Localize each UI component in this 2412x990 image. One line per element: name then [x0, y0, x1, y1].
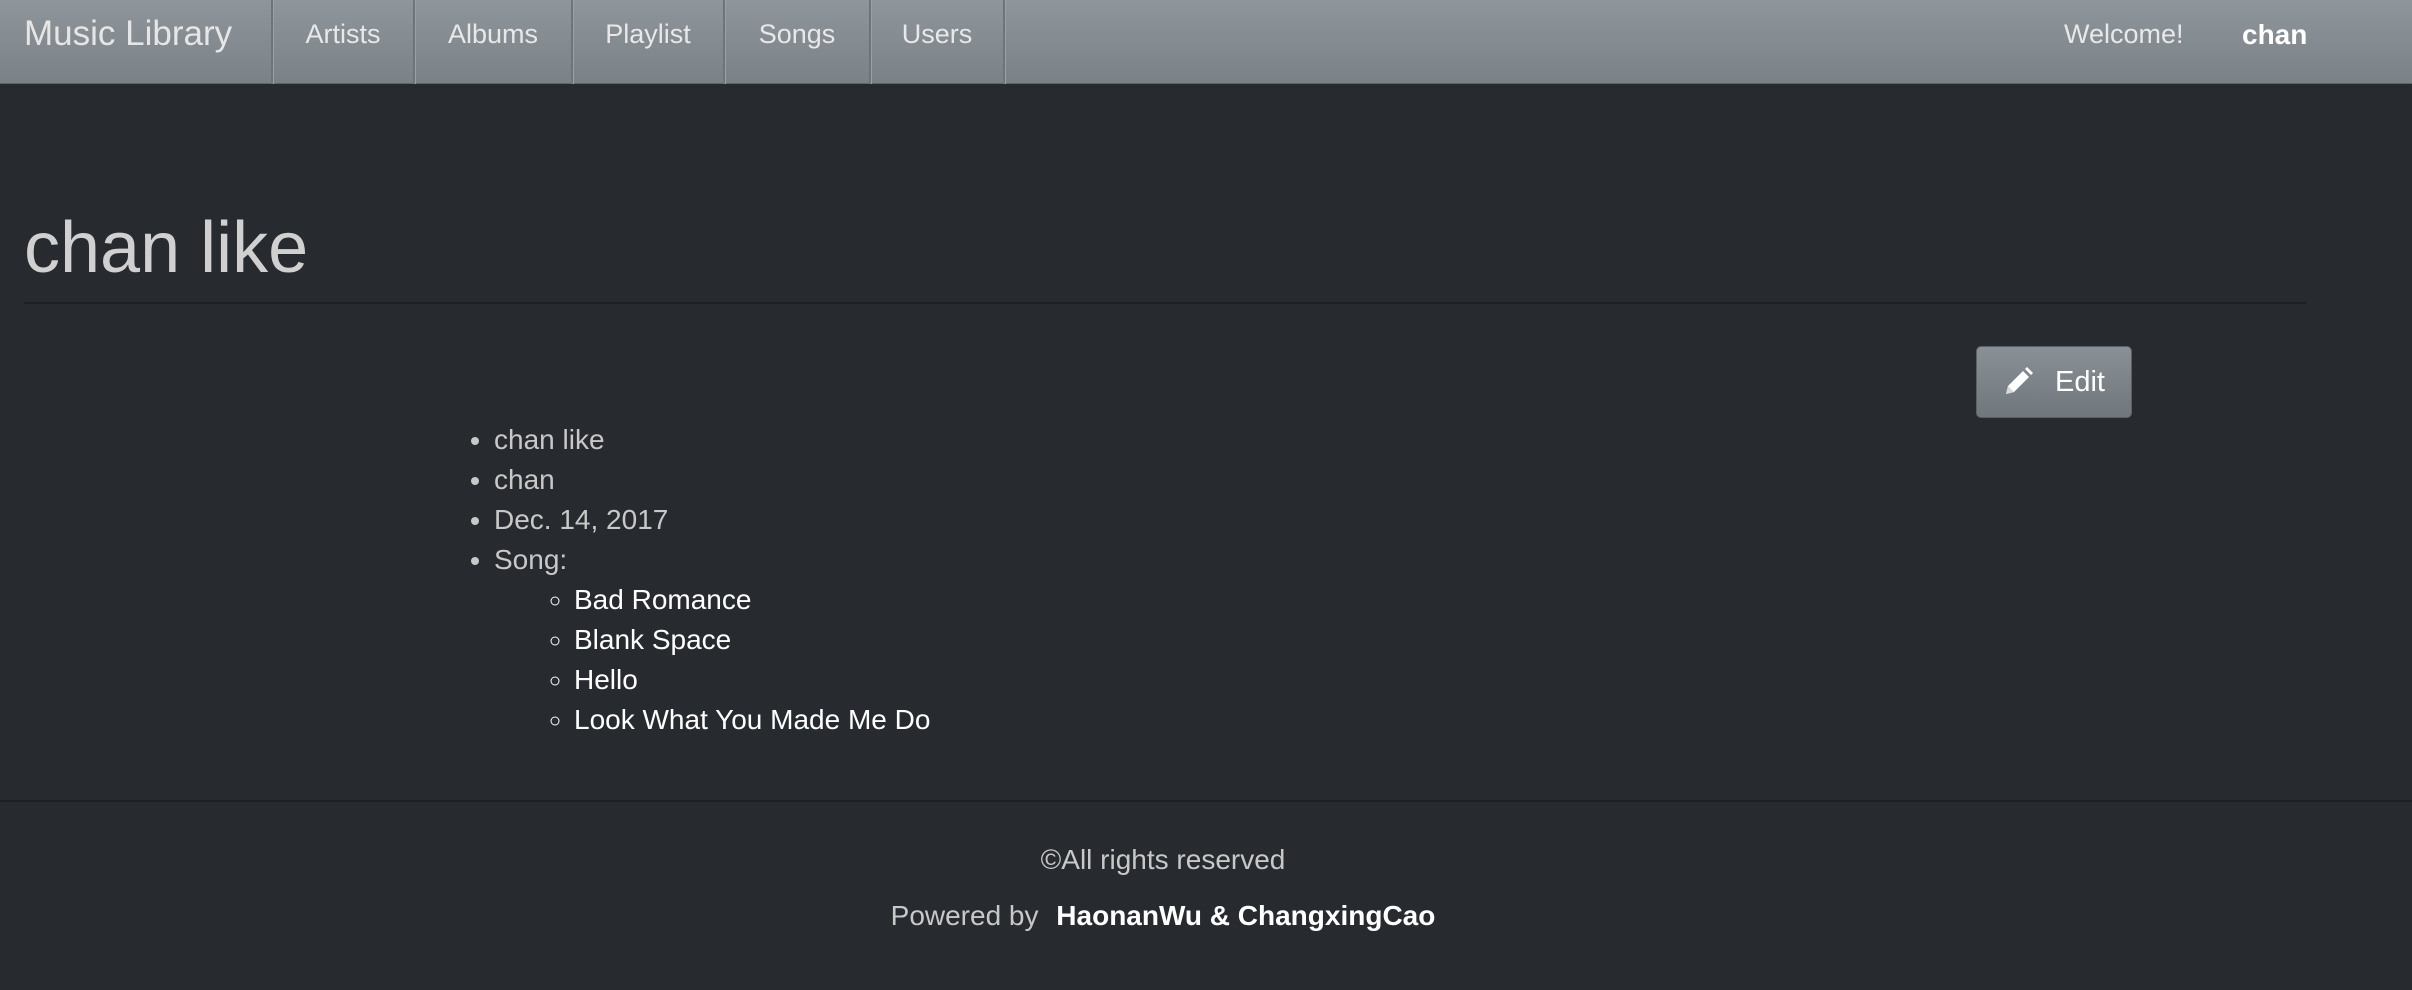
songs-label: Song: [494, 544, 568, 575]
nav-artists[interactable]: Artists [273, 0, 413, 84]
user-link[interactable]: chan [2242, 0, 2307, 70]
edit-label: Edit [2055, 365, 2105, 398]
navbar: Music Library Artists Albums Playlist So… [0, 0, 2412, 84]
pencil-icon [2001, 365, 2035, 399]
authors-link[interactable]: HaonanWu & ChangxingCao [1056, 900, 1435, 931]
song-link[interactable]: Hello [574, 660, 930, 700]
playlist-name: chan like [494, 420, 930, 460]
song-link[interactable]: Blank Space [574, 620, 930, 660]
song-link[interactable]: Look What You Made Me Do [574, 700, 930, 740]
edit-button[interactable]: Edit [1976, 346, 2132, 418]
title-divider [24, 302, 2306, 304]
nav-playlist[interactable]: Playlist [573, 0, 723, 84]
playlist-date: Dec. 14, 2017 [494, 500, 930, 540]
playlist-details: chan like chan Dec. 14, 2017 Song: Bad R… [494, 420, 930, 740]
footer-divider [0, 800, 2412, 802]
nav-divider [1003, 0, 1005, 84]
song-link[interactable]: Bad Romance [574, 580, 930, 620]
brand-link[interactable]: Music Library [24, 0, 232, 84]
nav-songs[interactable]: Songs [725, 0, 869, 84]
page-title: chan like [24, 208, 309, 288]
powered-by: Powered by HaonanWu & ChangxingCao [0, 900, 2326, 932]
playlist-owner: chan [494, 460, 930, 500]
playlist-songs: Song: Bad Romance Blank Space Hello Look… [494, 540, 930, 740]
welcome-text: Welcome! [2064, 19, 2184, 49]
powered-by-label: Powered by [890, 900, 1039, 931]
nav-users[interactable]: Users [871, 0, 1003, 84]
copyright-text: ©All rights reserved [1040, 844, 1286, 875]
nav-albums[interactable]: Albums [415, 0, 571, 84]
song-list: Bad Romance Blank Space Hello Look What … [494, 580, 930, 740]
